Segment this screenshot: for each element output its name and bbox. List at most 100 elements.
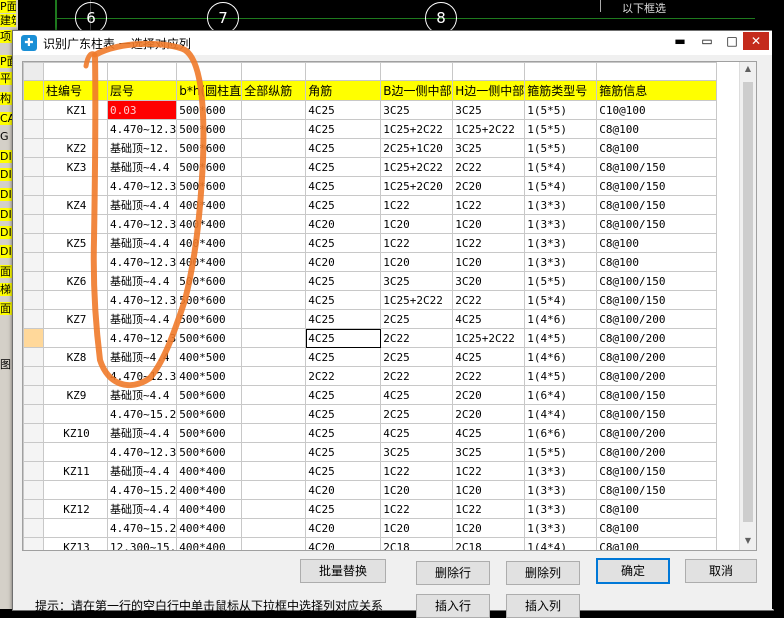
- table-cell[interactable]: 1C25+2C22: [452, 119, 526, 139]
- row-header[interactable]: [23, 480, 44, 500]
- table-cell[interactable]: 1C20: [380, 480, 454, 500]
- table-cell[interactable]: KZ9: [43, 385, 108, 405]
- table-cell[interactable]: [43, 480, 108, 500]
- table-cell[interactable]: 2C25+1C20: [380, 138, 454, 158]
- table-cell[interactable]: 1C25+2C20: [380, 176, 454, 196]
- table-cell[interactable]: [241, 290, 307, 310]
- table-cell[interactable]: 基础顶~4.4: [106, 271, 178, 291]
- table-cell[interactable]: 1C20: [452, 518, 526, 538]
- table-row[interactable]: KZ13 12.300~15. 400*400 4C20 2C18 2C18 1(4*4) C…: [23, 537, 718, 550]
- table-cell[interactable]: KZ7: [43, 309, 108, 329]
- table-cell[interactable]: [241, 442, 307, 462]
- table-cell[interactable]: 400*400: [176, 537, 243, 550]
- row-header[interactable]: [23, 195, 44, 215]
- row-header[interactable]: [23, 214, 44, 234]
- table-cell[interactable]: C8@100/150: [596, 214, 718, 234]
- table-cell[interactable]: C8@100/200: [596, 366, 718, 386]
- table-cell[interactable]: 4C25: [380, 385, 454, 405]
- table-cell[interactable]: 1C20: [380, 252, 454, 272]
- table-cell[interactable]: 2C20: [452, 176, 526, 196]
- table-cell[interactable]: 4C25: [305, 290, 382, 310]
- table-cell[interactable]: 4.470~15.2: [106, 518, 178, 538]
- table-cell[interactable]: C8@100/150: [596, 404, 718, 424]
- table-cell[interactable]: C8@100: [596, 119, 718, 139]
- table-cell[interactable]: [241, 328, 307, 348]
- column-header[interactable]: 全部纵筋: [241, 80, 307, 101]
- column-mapping-cell[interactable]: [596, 62, 718, 81]
- row-header[interactable]: [23, 119, 44, 139]
- table-row[interactable]: 4.470~12.3 500*600 4C25 3C25 3C25 1(5*5) C8@10…: [23, 442, 718, 462]
- table-cell[interactable]: KZ12: [43, 499, 108, 519]
- table-cell[interactable]: 2C18: [380, 537, 454, 550]
- row-header[interactable]: [23, 537, 44, 550]
- table-cell[interactable]: 12.300~15.: [106, 537, 178, 550]
- table-cell[interactable]: 4C25: [305, 271, 382, 291]
- cancel-button[interactable]: 取消: [685, 559, 757, 583]
- table-cell[interactable]: 4C25: [305, 404, 382, 424]
- table-cell[interactable]: 4C20: [305, 537, 382, 550]
- minimize-button[interactable]: ▬: [667, 32, 693, 50]
- row-header[interactable]: [23, 252, 44, 272]
- column-header[interactable]: B边一侧中部: [380, 80, 454, 101]
- table-cell[interactable]: 1C22: [452, 499, 526, 519]
- table-cell[interactable]: C8@100/150: [596, 461, 718, 481]
- table-cell[interactable]: 4C20: [305, 252, 382, 272]
- table-row[interactable]: KZ2 基础顶~12. 500*600 4C25 2C25+1C20 3C25 1(5*5)…: [23, 138, 718, 158]
- column-header[interactable]: H边一侧中部: [452, 80, 526, 101]
- table-cell[interactable]: 500*600: [176, 157, 243, 177]
- row-header[interactable]: [23, 138, 44, 158]
- table-cell[interactable]: 2C25: [380, 404, 454, 424]
- table-cell[interactable]: KZ10: [43, 423, 108, 443]
- table-cell[interactable]: 1(5*4): [524, 290, 598, 310]
- table-cell[interactable]: 1(4*4): [524, 537, 598, 550]
- table-cell[interactable]: 1C22: [380, 233, 454, 253]
- row-header[interactable]: [23, 100, 44, 120]
- column-header[interactable]: 箍筋信息: [596, 80, 718, 101]
- table-cell[interactable]: 2C22: [305, 366, 382, 386]
- table-cell[interactable]: [43, 252, 108, 272]
- close-button[interactable]: ✕: [743, 32, 769, 50]
- table-cell[interactable]: 3C25: [380, 100, 454, 120]
- table-cell[interactable]: 500*600: [176, 100, 243, 120]
- row-header[interactable]: [23, 309, 44, 329]
- table-cell[interactable]: 4C25: [305, 385, 382, 405]
- table-row[interactable]: KZ4 基础顶~4.4 400*400 4C25 1C22 1C22 1(3*3) C8@10…: [23, 195, 718, 215]
- column-mapping-cell[interactable]: [43, 62, 108, 81]
- table-cell[interactable]: 3C25: [452, 442, 526, 462]
- table-cell[interactable]: C8@100/200: [596, 328, 718, 348]
- table-cell[interactable]: [241, 404, 307, 424]
- table-cell[interactable]: C8@100: [596, 518, 718, 538]
- table-cell[interactable]: C8@100: [596, 499, 718, 519]
- table-cell[interactable]: 1(5*5): [524, 271, 598, 291]
- table-cell[interactable]: 4.470~12.3: [106, 214, 178, 234]
- table-cell[interactable]: 1(4*5): [524, 366, 598, 386]
- column-mapping-cell[interactable]: [380, 62, 454, 81]
- table-cell[interactable]: C8@100/200: [596, 442, 718, 462]
- table-cell[interactable]: 4.470~15.2: [106, 480, 178, 500]
- table-cell[interactable]: [241, 366, 307, 386]
- table-cell[interactable]: [241, 309, 307, 329]
- table-cell[interactable]: [241, 233, 307, 253]
- table-cell[interactable]: 1(3*3): [524, 233, 598, 253]
- table-cell[interactable]: [241, 423, 307, 443]
- table-cell[interactable]: 基础顶~4.4: [106, 385, 178, 405]
- row-header[interactable]: [23, 385, 44, 405]
- table-cell[interactable]: 4C20: [305, 480, 382, 500]
- table-cell[interactable]: 1C22: [380, 499, 454, 519]
- table-cell[interactable]: C8@100/150: [596, 480, 718, 500]
- table-cell[interactable]: 400*400: [176, 233, 243, 253]
- table-cell[interactable]: 1C20: [452, 480, 526, 500]
- table-cell[interactable]: 2C25: [380, 309, 454, 329]
- table-cell[interactable]: C8@100/200: [596, 423, 718, 443]
- table-cell[interactable]: 4C25: [305, 499, 382, 519]
- table-cell[interactable]: 1(3*3): [524, 214, 598, 234]
- table-cell[interactable]: 500*600: [176, 328, 243, 348]
- table-cell[interactable]: 基础顶~4.4: [106, 461, 178, 481]
- table-cell[interactable]: 1(3*3): [524, 195, 598, 215]
- table-cell[interactable]: 1(4*6): [524, 347, 598, 367]
- table-row[interactable]: KZ7 基础顶~4.4 500*600 4C25 2C25 4C25 1(4*6) C8@10…: [23, 309, 718, 329]
- table-cell[interactable]: 2C20: [452, 404, 526, 424]
- dialog-titlebar[interactable]: ✚ 识别广东柱表 一选择对应列 ▬ ▭ □ ✕: [13, 31, 773, 55]
- table-cell[interactable]: 2C22: [452, 366, 526, 386]
- table-cell[interactable]: 1C25+2C22: [380, 290, 454, 310]
